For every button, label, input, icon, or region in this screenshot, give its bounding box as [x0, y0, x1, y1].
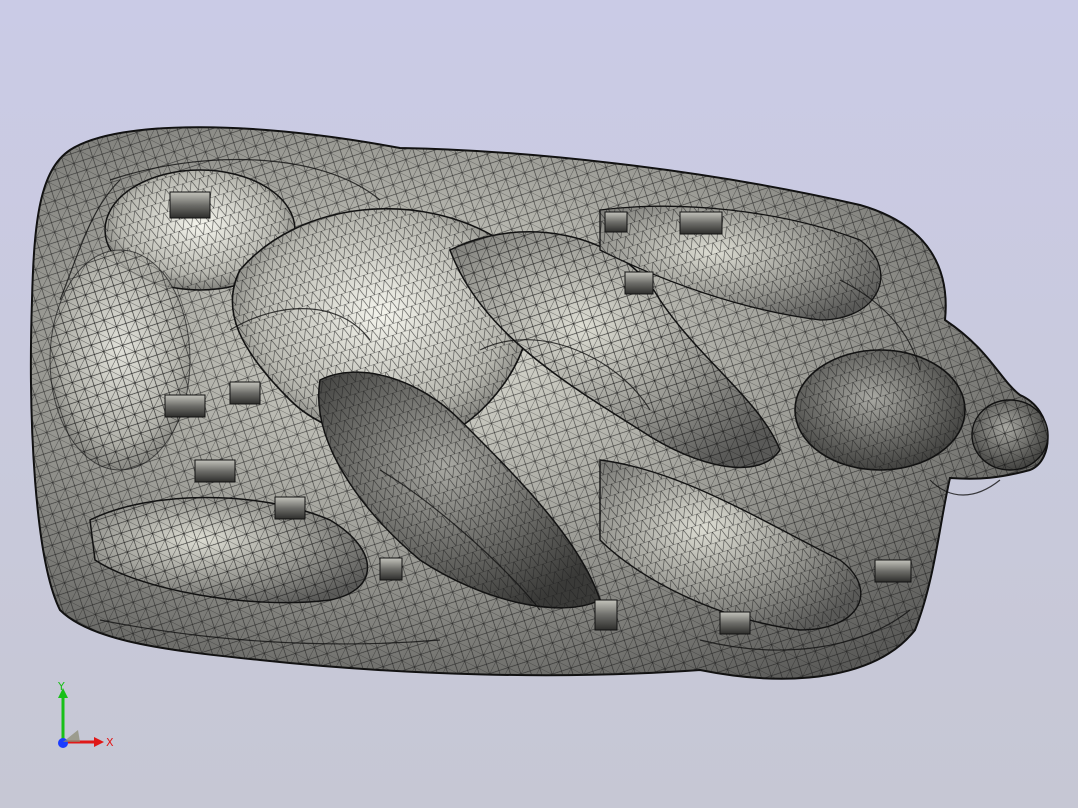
- graphics-viewport[interactable]: Y X: [0, 0, 1078, 808]
- x-axis-label: X: [106, 736, 114, 749]
- mesh-model[interactable]: [0, 0, 1078, 808]
- y-axis-label: Y: [57, 682, 65, 693]
- axis-triad: Y X: [57, 682, 114, 749]
